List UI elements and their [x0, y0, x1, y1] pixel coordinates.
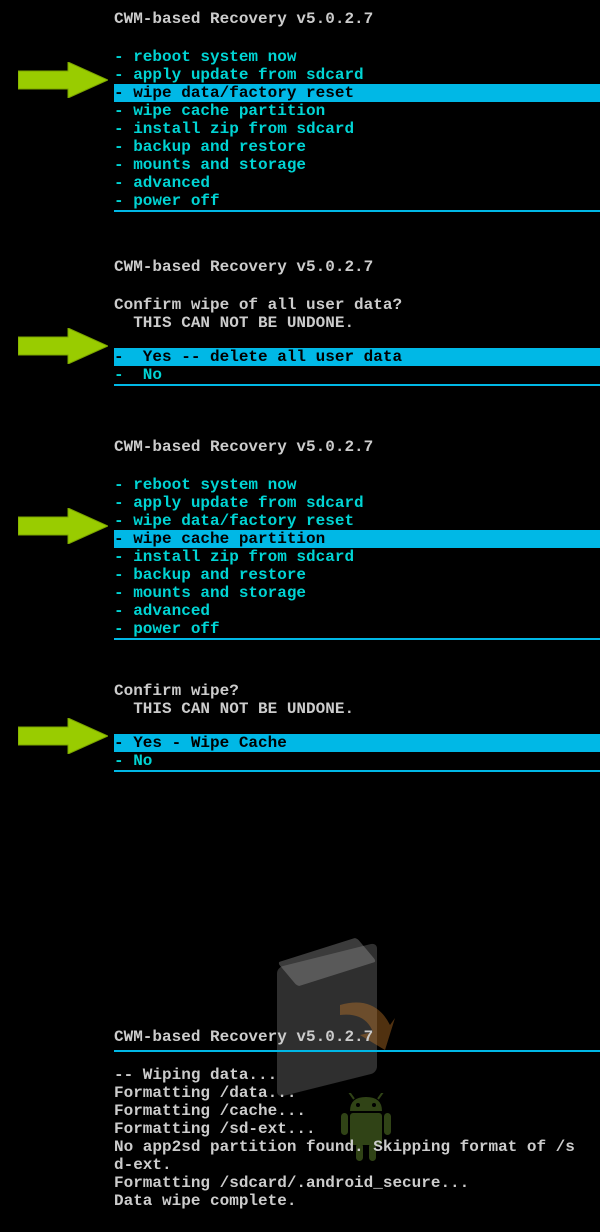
log-line: d-ext.	[114, 1156, 600, 1174]
menu-item[interactable]: - apply update from sdcard	[114, 66, 600, 84]
menu-item[interactable]: - advanced	[114, 174, 600, 192]
recovery-screen-3: CWM-based Recovery v5.0.2.7 - reboot sys…	[114, 438, 600, 640]
menu-item-selected[interactable]: - Yes - Wipe Cache	[114, 734, 600, 752]
divider	[114, 770, 600, 772]
recovery-screen-5: CWM-based Recovery v5.0.2.7 -- Wiping da…	[114, 1028, 600, 1210]
divider	[114, 638, 600, 640]
log-line: Formatting /cache...	[114, 1102, 600, 1120]
menu-item[interactable]: - reboot system now	[114, 476, 600, 494]
menu-item[interactable]: - mounts and storage	[114, 584, 600, 602]
menu-item[interactable]: - reboot system now	[114, 48, 600, 66]
recovery-title: CWM-based Recovery v5.0.2.7	[114, 438, 600, 456]
menu-item-selected[interactable]: - wipe data/factory reset	[114, 84, 600, 102]
recovery-screen-1: CWM-based Recovery v5.0.2.7 - reboot sys…	[114, 10, 600, 212]
log-line: No app2sd partition found. Skipping form…	[114, 1138, 600, 1156]
divider	[114, 384, 600, 386]
log-line: Formatting /data...	[114, 1084, 600, 1102]
divider	[114, 210, 600, 212]
confirm-warning: THIS CAN NOT BE UNDONE.	[114, 700, 600, 718]
pointer-arrow-icon	[18, 62, 108, 98]
menu-item[interactable]: - power off	[114, 620, 600, 638]
recovery-title: CWM-based Recovery v5.0.2.7	[114, 258, 600, 276]
menu-item[interactable]: - advanced	[114, 602, 600, 620]
menu-item[interactable]: - apply update from sdcard	[114, 494, 600, 512]
log-line: Formatting /sdcard/.android_secure...	[114, 1174, 600, 1192]
log-line: -- Wiping data...	[114, 1066, 600, 1084]
menu-item[interactable]: - No	[114, 752, 600, 770]
menu-item[interactable]: - install zip from sdcard	[114, 548, 600, 566]
pointer-arrow-icon	[18, 508, 108, 544]
pointer-arrow-icon	[18, 328, 108, 364]
recovery-title: CWM-based Recovery v5.0.2.7	[114, 10, 600, 28]
menu-item[interactable]: - mounts and storage	[114, 156, 600, 174]
pointer-arrow-icon	[18, 718, 108, 754]
log-line: Formatting /sd-ext...	[114, 1120, 600, 1138]
confirm-prompt: Confirm wipe?	[114, 682, 600, 700]
menu-item[interactable]: - install zip from sdcard	[114, 120, 600, 138]
recovery-screen-4: Confirm wipe? THIS CAN NOT BE UNDONE. - …	[114, 682, 600, 772]
menu-item-selected[interactable]: - Yes -- delete all user data	[114, 348, 600, 366]
recovery-title: CWM-based Recovery v5.0.2.7	[114, 1028, 600, 1046]
menu-item[interactable]: - wipe data/factory reset	[114, 512, 600, 530]
log-line: Data wipe complete.	[114, 1192, 600, 1210]
menu-item[interactable]: - backup and restore	[114, 566, 600, 584]
confirm-warning: THIS CAN NOT BE UNDONE.	[114, 314, 600, 332]
menu-item[interactable]: - No	[114, 366, 600, 384]
menu-item[interactable]: - backup and restore	[114, 138, 600, 156]
recovery-screen-2: CWM-based Recovery v5.0.2.7 Confirm wipe…	[114, 258, 600, 386]
confirm-prompt: Confirm wipe of all user data?	[114, 296, 600, 314]
menu-item-selected[interactable]: - wipe cache partition	[114, 530, 600, 548]
menu-item[interactable]: - wipe cache partition	[114, 102, 600, 120]
menu-item[interactable]: - power off	[114, 192, 600, 210]
